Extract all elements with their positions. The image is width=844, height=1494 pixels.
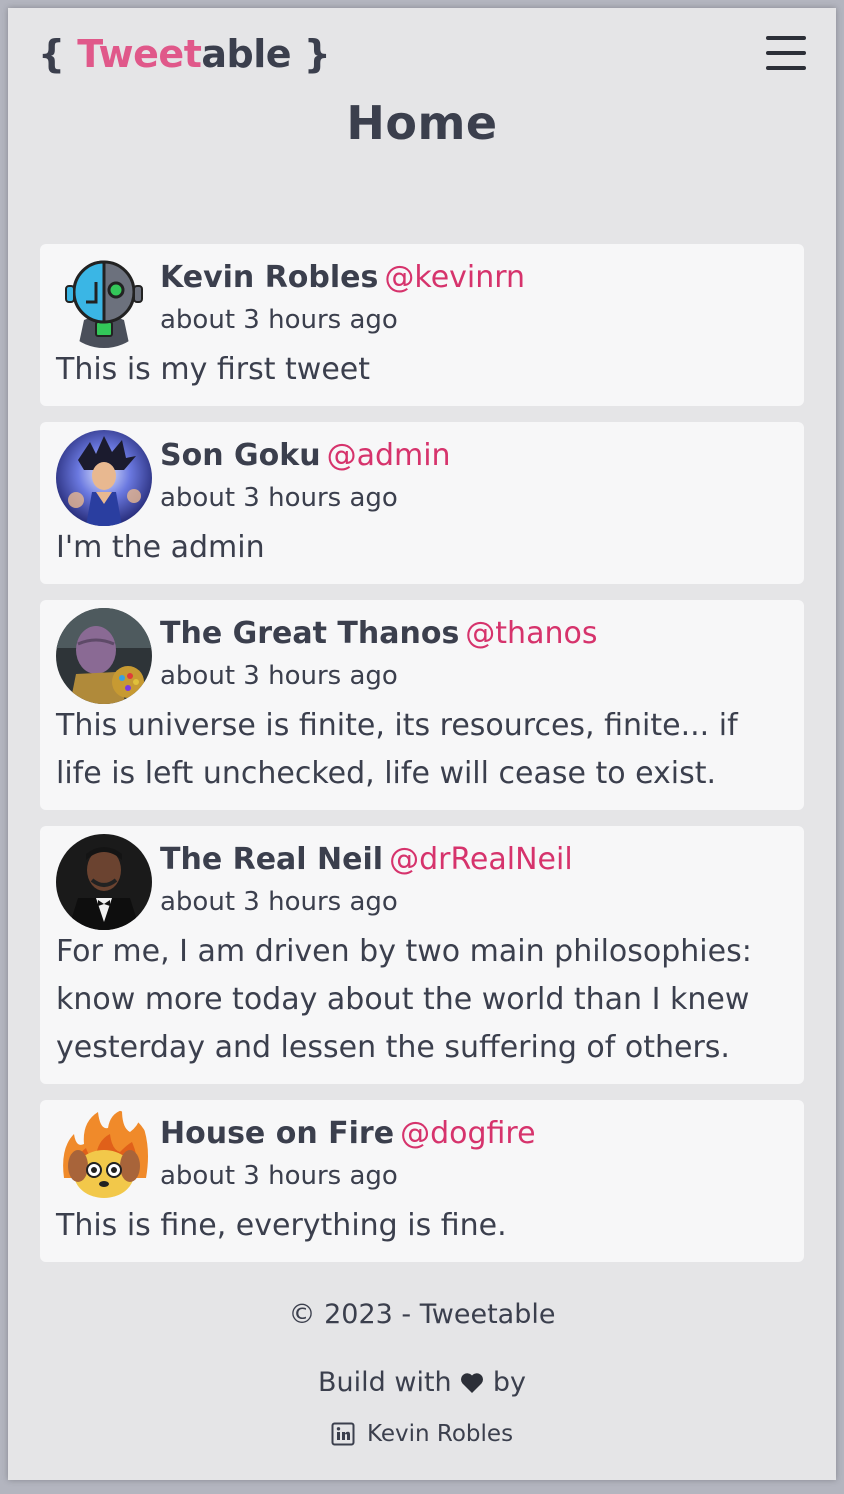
tweet-header: Kevin Robles @kevinrn about 3 hours ago <box>56 252 788 348</box>
tweet-author-line: The Great Thanos @thanos <box>160 614 597 654</box>
tweet-time: about 3 hours ago <box>160 661 398 691</box>
menu-bar <box>766 66 806 70</box>
tweet-author-line: Son Goku @admin <box>160 436 451 476</box>
tweet-card[interactable]: The Great Thanos @thanos about 3 hours ag… <box>40 600 804 810</box>
tweet-card[interactable]: The Real Neil @drRealNeil about 3 hours a… <box>40 826 804 1084</box>
build-with-line: Build with by <box>8 1366 836 1403</box>
linkedin-icon <box>331 1422 355 1446</box>
tweet-content: This is fine, everything is fine. <box>56 1208 507 1243</box>
page-title: Home <box>346 96 498 150</box>
author-handle[interactable]: @drRealNeil <box>389 842 573 877</box>
thanos-avatar[interactable] <box>56 608 152 704</box>
footer: © 2023 - Tweetable Build with by Kevin R… <box>8 1298 836 1450</box>
author-name-link: Kevin Robles <box>366 1421 514 1447</box>
tweet-meta: Son Goku @admin about 3 hours ago <box>160 430 451 520</box>
tweet-meta: The Great Thanos @thanos about 3 hours ag… <box>160 608 597 698</box>
tweet-time: about 3 hours ago <box>160 305 398 335</box>
hamburger-icon[interactable] <box>766 34 806 72</box>
tweet-meta: Kevin Robles @kevinrn about 3 hours ago <box>160 252 525 342</box>
goku-avatar[interactable] <box>56 430 152 526</box>
author-name[interactable]: Son Goku <box>160 438 321 473</box>
tweet-meta: House on Fire @dogfire about 3 hours ago <box>160 1108 536 1198</box>
header: { Tweetable } <box>8 8 836 104</box>
author-name[interactable]: House on Fire <box>160 1116 394 1151</box>
tweet-content: I'm the admin <box>56 530 265 565</box>
tweet-time: about 3 hours ago <box>160 887 398 917</box>
author-name[interactable]: The Real Neil <box>160 842 383 877</box>
tweet-header: House on Fire @dogfire about 3 hours ago <box>56 1108 788 1204</box>
robot-avatar[interactable] <box>56 252 152 348</box>
tweet-author-line: House on Fire @dogfire <box>160 1114 536 1154</box>
menu-bar <box>766 36 806 40</box>
tweet-author-line: The Real Neil @drRealNeil <box>160 840 573 880</box>
copyright-text: © 2023 - Tweetable <box>288 1299 556 1330</box>
menu-bar <box>766 51 806 55</box>
author-link[interactable]: Kevin Robles <box>331 1419 513 1449</box>
logo-tweet: Tweet <box>77 32 202 76</box>
logo-brace-close: } <box>291 32 331 76</box>
tweet-header: The Great Thanos @thanos about 3 hours ag… <box>56 608 788 704</box>
dog-fire-avatar[interactable] <box>56 1108 152 1204</box>
tweet-card[interactable]: House on Fire @dogfire about 3 hours ago … <box>40 1100 804 1262</box>
tweet-card[interactable]: Kevin Robles @kevinrn about 3 hours ago T… <box>40 244 804 406</box>
tweet-content: For me, I am driven by two main philosop… <box>56 934 752 1065</box>
logo-brace-open: { <box>38 32 78 76</box>
heart-icon <box>460 1369 484 1403</box>
author-name[interactable]: The Great Thanos <box>160 616 459 651</box>
tweet-content: This is my first tweet <box>56 352 370 387</box>
logo-able: able <box>201 32 292 76</box>
tweet-meta: The Real Neil @drRealNeil about 3 hours a… <box>160 834 573 924</box>
author-name[interactable]: Kevin Robles <box>160 260 378 295</box>
build-suffix: by <box>492 1367 526 1398</box>
tweet-time: about 3 hours ago <box>160 483 398 513</box>
tweet-card[interactable]: Son Goku @admin about 3 hours ago I'm the… <box>40 422 804 584</box>
tweet-feed: Kevin Robles @kevinrn about 3 hours ago T… <box>40 244 804 1278</box>
author-handle[interactable]: @thanos <box>465 616 597 651</box>
tweet-content: This universe is finite, its resources, … <box>56 708 738 791</box>
build-prefix: Build with <box>318 1367 452 1398</box>
author-handle[interactable]: @admin <box>327 438 451 473</box>
tweet-header: The Real Neil @drRealNeil about 3 hours a… <box>56 834 788 930</box>
neil-avatar[interactable] <box>56 834 152 930</box>
tweet-time: about 3 hours ago <box>160 1161 398 1191</box>
app-frame: { Tweetable } Home Kevin Robles @kevinrn… <box>8 8 836 1480</box>
tweet-header: Son Goku @admin about 3 hours ago <box>56 430 788 526</box>
logo[interactable]: { Tweetable } <box>38 32 331 76</box>
author-handle[interactable]: @dogfire <box>400 1116 535 1151</box>
author-handle[interactable]: @kevinrn <box>384 260 525 295</box>
tweet-author-line: Kevin Robles @kevinrn <box>160 258 525 298</box>
